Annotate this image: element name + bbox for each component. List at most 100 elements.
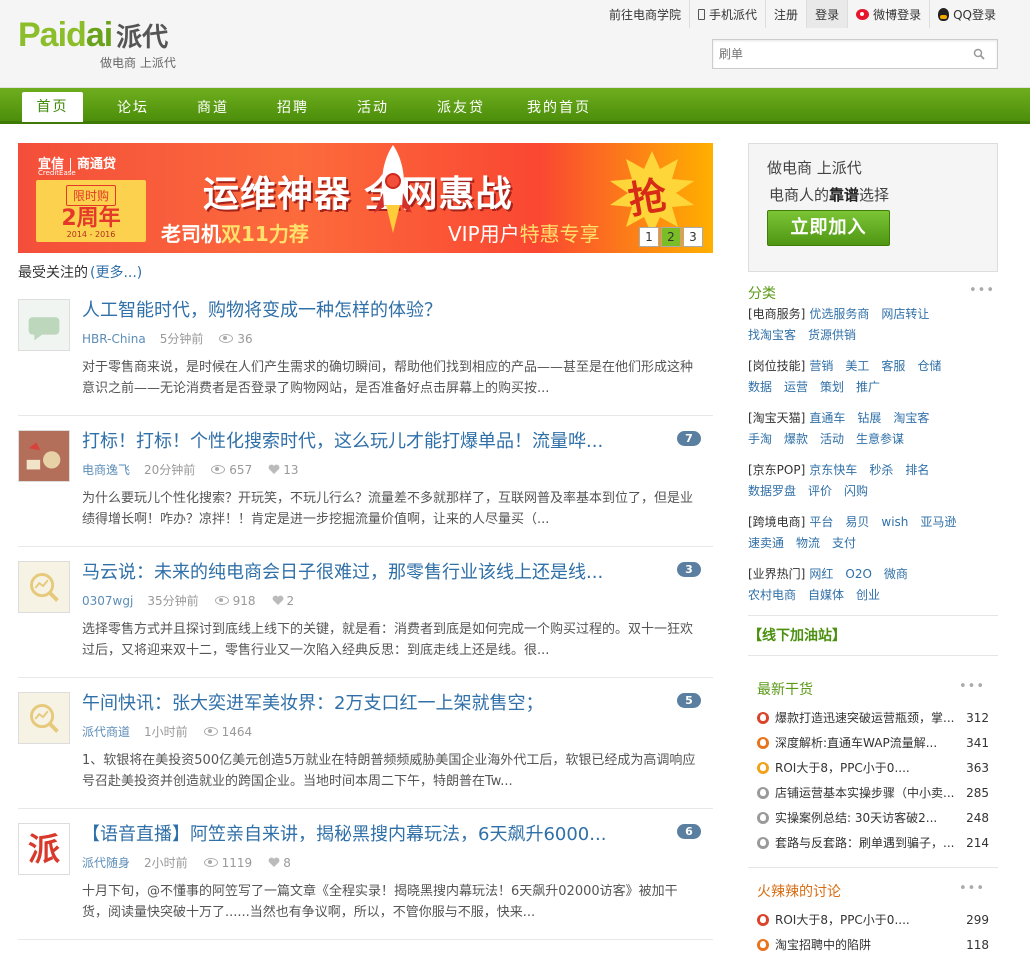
ecommerce-academy-link[interactable]: 前往电商学院 — [601, 0, 689, 28]
category-tag[interactable]: 网红 — [809, 567, 833, 581]
category-head: [淘宝天猫] — [748, 411, 806, 425]
banner-line-1: 老司机双11力荐 — [161, 222, 309, 246]
post-title[interactable]: 【语音直播】阿笠亲自来讲，揭秘黑搜内幕玩法，6天飙升6000... — [82, 820, 662, 846]
latest-more-icon[interactable]: ••• — [959, 679, 985, 694]
post-views: 36 — [219, 332, 253, 346]
post-source[interactable]: 派代商道 — [82, 723, 130, 740]
category-tag[interactable]: 生意参谋 — [856, 432, 904, 446]
latest-item[interactable]: ROI大于8，PPC小于0.... 363 — [757, 755, 989, 780]
category-tag[interactable]: 客服 — [881, 359, 905, 373]
hot-item[interactable]: ROI大于8，PPC小于0.... 299 — [757, 907, 989, 932]
latest-item[interactable]: 爆款打造迅速突破运营瓶颈，掌... 312 — [757, 705, 989, 730]
category-tag[interactable]: 仓储 — [917, 359, 941, 373]
qq-login-link[interactable]: QQ登录 — [929, 0, 1004, 28]
eye-icon — [203, 858, 218, 867]
join-now-button[interactable]: 立即加入 — [767, 210, 890, 246]
category-tag[interactable]: 策划 — [820, 380, 844, 394]
post-thumbnail[interactable] — [18, 692, 70, 744]
post-likes: 8 — [268, 856, 291, 870]
register-link[interactable]: 注册 — [765, 0, 806, 28]
post-source[interactable]: HBR-China — [82, 332, 146, 346]
comment-count-badge[interactable]: 6 — [677, 824, 701, 839]
post-source[interactable]: 派代随身 — [82, 854, 130, 871]
hot-more-icon[interactable]: ••• — [959, 881, 985, 896]
category-tag[interactable]: 找淘宝客 — [748, 328, 796, 342]
latest-item[interactable]: 深度解析:直通车WAP流量解... 341 — [757, 730, 989, 755]
post-thumbnail[interactable] — [18, 430, 70, 482]
post-title[interactable]: 午间快讯：张大奕进军美妆界：2万支口红一上架就售空； — [82, 689, 662, 715]
offline-station-link[interactable]: 【线下加油站】 — [748, 625, 846, 645]
post-time: 2小时前 — [144, 856, 188, 870]
category-tag[interactable]: 运营 — [784, 380, 808, 394]
category-tag[interactable]: wish — [881, 515, 908, 529]
category-tag[interactable]: 优选服务商 — [809, 307, 869, 321]
category-tag[interactable]: 易贝 — [845, 515, 869, 529]
category-tag[interactable]: 农村电商 — [748, 588, 796, 602]
banner-page-1[interactable]: 1 — [639, 227, 659, 247]
category-tag[interactable]: 亚马逊 — [920, 515, 956, 529]
nav-home[interactable]: 首页 — [22, 92, 83, 122]
mobile-paidai-link[interactable]: 手机派代 — [689, 0, 765, 28]
site-logo[interactable]: Paidai 派代 做电商 上派代 — [18, 16, 176, 70]
category-tag[interactable]: 京东快车 — [809, 463, 857, 477]
nav-loans[interactable]: 派友贷 — [437, 97, 485, 117]
category-tag[interactable]: 速卖通 — [748, 536, 784, 550]
hot-item[interactable]: 淘宝招聘中的陷阱 118 — [757, 932, 989, 953]
post-title[interactable]: 人工智能时代，购物将变成一种怎样的体验？ — [82, 296, 662, 322]
latest-item[interactable]: 实操案例总结: 30天访客破2... 248 — [757, 805, 989, 830]
comment-count-badge[interactable]: 3 — [677, 562, 701, 577]
category-tag[interactable]: 微商 — [884, 567, 908, 581]
category-tag[interactable]: 数据 — [748, 380, 772, 394]
category-tag[interactable]: 自媒体 — [808, 588, 844, 602]
nav-events[interactable]: 活动 — [357, 97, 389, 117]
nav-forum[interactable]: 论坛 — [117, 97, 149, 117]
post-source[interactable]: 0307wgj — [82, 594, 133, 608]
login-link[interactable]: 登录 — [806, 0, 848, 28]
category-tag[interactable]: 货源供销 — [808, 328, 856, 342]
banner-page-2[interactable]: 2 — [661, 227, 681, 247]
banner-title: 运维神器 全网惠战 — [203, 174, 513, 215]
categories-more-icon[interactable]: ••• — [969, 283, 995, 298]
post-thumbnail[interactable] — [18, 299, 70, 351]
category-tag[interactable]: 评价 — [808, 484, 832, 498]
category-tag[interactable]: 物流 — [796, 536, 820, 550]
promo-banner[interactable]: 宜信 商通贷 CreditEase 限时购 2周年 2014 - 2016 运维神… — [18, 143, 713, 253]
category-tag[interactable]: O2O — [845, 567, 872, 581]
feed-more-link[interactable]: (更多...) — [90, 265, 142, 281]
weibo-icon — [856, 8, 870, 20]
category-tag[interactable]: 数据罗盘 — [748, 484, 796, 498]
nav-shangdao[interactable]: 商道 — [197, 97, 229, 117]
category-tag[interactable]: 排名 — [905, 463, 929, 477]
category-tag[interactable]: 闪购 — [844, 484, 868, 498]
search-icon[interactable] — [973, 48, 985, 60]
post-title[interactable]: 打标！打标！个性化搜索时代，这么玩儿才能打爆单品！流量哗... — [82, 427, 662, 453]
category-tag[interactable]: 创业 — [856, 588, 880, 602]
post-thumbnail[interactable] — [18, 561, 70, 613]
banner-page-3[interactable]: 3 — [683, 227, 703, 247]
category-tag[interactable]: 营销 — [809, 359, 833, 373]
category-tag[interactable]: 活动 — [820, 432, 844, 446]
latest-item[interactable]: 店铺运营基本实操步骤（中小卖... 285 — [757, 780, 989, 805]
category-tag[interactable]: 网店转让 — [881, 307, 929, 321]
search-input[interactable] — [713, 40, 953, 68]
category-tag[interactable]: 爆款 — [784, 432, 808, 446]
latest-item[interactable]: 套路与反套路：刷单遇到骗子，... 214 — [757, 830, 989, 855]
comment-count-badge[interactable]: 5 — [677, 693, 701, 708]
comment-count-badge[interactable]: 7 — [677, 431, 701, 446]
fire-icon — [757, 761, 769, 774]
category-tag[interactable]: 直通车 — [809, 411, 845, 425]
post-thumbnail[interactable]: 派 — [18, 823, 70, 875]
nav-my-home[interactable]: 我的首页 — [527, 97, 591, 117]
category-tag[interactable]: 手淘 — [748, 432, 772, 446]
category-tag[interactable]: 支付 — [832, 536, 856, 550]
category-tag[interactable]: 秒杀 — [869, 463, 893, 477]
category-tag[interactable]: 美工 — [845, 359, 869, 373]
category-tag[interactable]: 钻展 — [857, 411, 881, 425]
post-source[interactable]: 电商逸飞 — [82, 461, 130, 478]
weibo-login-link[interactable]: 微博登录 — [847, 0, 929, 28]
category-tag[interactable]: 淘宝客 — [893, 411, 929, 425]
post-title[interactable]: 马云说：未来的纯电商会日子很难过，那零售行业该线上还是线... — [82, 558, 662, 584]
category-tag[interactable]: 推广 — [856, 380, 880, 394]
nav-jobs[interactable]: 招聘 — [277, 97, 309, 117]
category-tag[interactable]: 平台 — [809, 515, 833, 529]
